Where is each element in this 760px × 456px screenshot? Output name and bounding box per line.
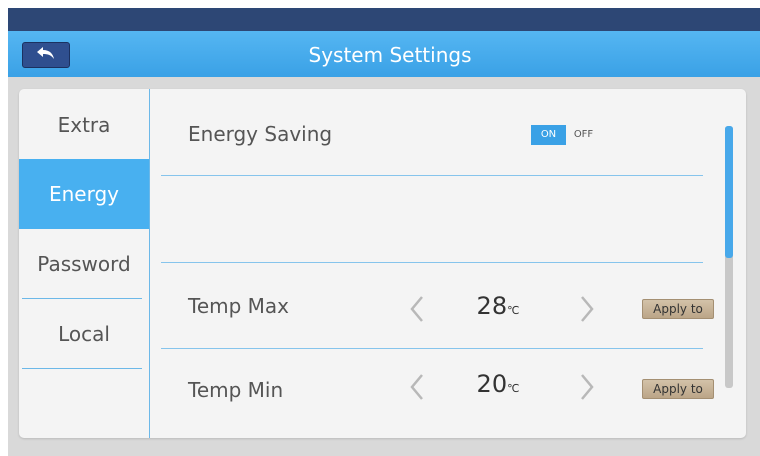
temp-max-apply-button[interactable]: Apply to — [642, 299, 714, 319]
temp-max-unit: ℃ — [507, 304, 520, 317]
temp-max-increase-button[interactable] — [576, 294, 598, 324]
sidebar-item-local[interactable]: Local — [19, 299, 149, 369]
chevron-right-icon — [581, 296, 594, 322]
chevron-left-icon — [410, 374, 423, 400]
temp-min-unit: ℃ — [507, 382, 520, 395]
temp-max-label: Temp Max — [188, 294, 290, 318]
page-title: System Settings — [308, 43, 472, 67]
temp-min-increase-button[interactable] — [576, 372, 598, 402]
back-arrow-icon — [35, 45, 57, 65]
toggle-on-option[interactable]: ON — [531, 125, 566, 145]
temp-min-apply-button[interactable]: Apply to — [642, 379, 714, 399]
row-divider — [161, 348, 703, 349]
device-top-edge — [0, 0, 760, 8]
sidebar-separator — [22, 368, 142, 369]
sidebar-divider — [149, 89, 150, 438]
sidebar-item-energy[interactable]: Energy — [19, 159, 149, 229]
temp-min-decrease-button[interactable] — [406, 372, 428, 402]
row-divider — [161, 262, 703, 263]
sidebar-item-label: Extra — [57, 113, 111, 137]
sidebar-item-label: Password — [37, 252, 131, 276]
temp-min-number: 20 — [476, 370, 508, 398]
energy-saving-toggle[interactable]: ON OFF — [531, 125, 601, 145]
row-divider — [161, 175, 703, 176]
sidebar-item-label: Energy — [48, 182, 120, 206]
temp-min-value: 20℃ — [458, 370, 538, 398]
energy-saving-label: Energy Saving — [188, 122, 333, 146]
chevron-right-icon — [581, 374, 594, 400]
back-button[interactable] — [22, 42, 70, 68]
scrollbar-thumb[interactable] — [725, 126, 733, 258]
temp-max-value: 28℃ — [458, 292, 538, 320]
chevron-left-icon — [410, 296, 423, 322]
temp-max-decrease-button[interactable] — [406, 294, 428, 324]
sidebar-item-password[interactable]: Password — [19, 229, 149, 299]
temp-min-label: Temp Min — [188, 378, 284, 402]
temp-max-number: 28 — [476, 292, 508, 320]
toggle-off-option[interactable]: OFF — [566, 125, 601, 145]
sidebar-item-label: Local — [58, 322, 110, 346]
sidebar-item-extra[interactable]: Extra — [19, 90, 149, 160]
